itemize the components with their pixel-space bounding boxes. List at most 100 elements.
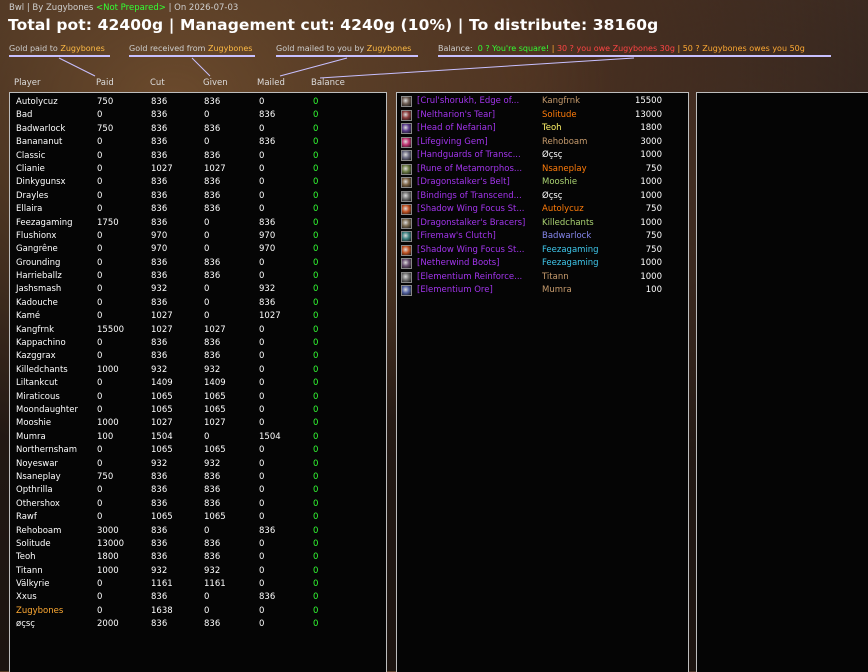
player-mailed: 0	[259, 404, 265, 415]
loot-item-link[interactable]: [Crul'shorukh, Edge of...	[417, 96, 539, 106]
player-cut: 836	[151, 619, 168, 630]
player-mailed: 0	[259, 163, 265, 174]
player-paid: 0	[97, 284, 103, 295]
raid-date: | On 2026-07-03	[168, 3, 239, 13]
player-balance: 0	[313, 324, 319, 335]
legend-received-label: Gold received from	[129, 44, 206, 53]
loot-winner: Killedchants	[542, 217, 594, 228]
loot-price: 1000	[640, 217, 662, 228]
loot-price: 15500	[634, 96, 662, 106]
player-paid: 2000	[97, 619, 119, 630]
player-given: 0	[204, 244, 210, 255]
player-cut: 1504	[151, 431, 173, 442]
loot-winner: Feezagaming	[542, 244, 599, 255]
loot-item-link[interactable]: [Firemaw's Clutch]	[417, 231, 539, 241]
col-cut: Cut	[150, 78, 165, 88]
player-balance: 0	[313, 364, 319, 375]
player-balance: 0	[313, 471, 319, 482]
player-mailed: 0	[259, 324, 265, 335]
player-given: 1409	[204, 378, 226, 389]
player-paid: 0	[97, 230, 103, 241]
player-balance: 0	[313, 378, 319, 389]
player-balance: 0	[313, 123, 319, 134]
legend-balance-label: Balance:	[438, 44, 473, 53]
player-paid: 0	[97, 204, 103, 215]
player-balance: 0	[313, 150, 319, 161]
loot-item-link[interactable]: [Head of Nefarian]	[417, 123, 539, 133]
loot-list-panel[interactable]: [Crul'shorukh, Edge of... Kangfrnk 15500 [N…	[396, 92, 689, 672]
legend-sep: |	[551, 44, 555, 53]
player-balance: 0	[313, 204, 319, 215]
player-paid: 3000	[97, 525, 119, 536]
player-paid: 13000	[97, 538, 125, 549]
player-balance: 0	[313, 538, 319, 549]
player-cut: 836	[151, 538, 168, 549]
player-cut: 1065	[151, 391, 173, 402]
player-balance: 0	[313, 230, 319, 241]
player-given: 1065	[204, 404, 226, 415]
player-name: Kazggrax	[16, 351, 56, 362]
legend-sep: |	[677, 44, 681, 53]
loot-winner: Øçsç	[542, 150, 563, 160]
player-balance: 0	[313, 351, 319, 362]
player-mailed: 0	[259, 177, 265, 188]
legend-mailed: Gold mailed to you by Zugybones	[276, 44, 418, 57]
player-mailed: 0	[259, 512, 265, 523]
player-cut: 932	[151, 364, 168, 375]
player-mailed: 0	[259, 485, 265, 496]
player-cut: 836	[151, 204, 168, 215]
player-name: Autolycuz	[16, 97, 58, 107]
player-mailed: 0	[259, 351, 265, 362]
player-given: 0	[204, 605, 210, 616]
ore-icon	[401, 285, 412, 296]
player-name: Ellaira	[16, 204, 43, 215]
player-cut: 836	[151, 471, 168, 482]
loot-item-link[interactable]: [Bindings of Transcend...	[417, 191, 539, 201]
legend-square: 0 ? You're square!	[477, 44, 550, 53]
player-paid: 0	[97, 338, 103, 349]
loot-item-link[interactable]: [Handguards of Transc...	[417, 150, 539, 160]
player-paid: 0	[97, 579, 103, 590]
loot-item-link[interactable]: [Dragonstalker's Belt]	[417, 177, 539, 187]
player-name: Drayles	[16, 190, 49, 201]
player-balance: 0	[313, 565, 319, 576]
player-paid: 0	[97, 137, 103, 148]
loot-item-link[interactable]: [Netherwind Boots]	[417, 258, 539, 268]
player-mailed: 0	[259, 619, 265, 630]
player-paid: 0	[97, 297, 103, 308]
rune-icon	[401, 163, 412, 175]
loot-item-link[interactable]: [Elementium Ore]	[417, 285, 539, 295]
player-given: 1065	[204, 391, 226, 402]
player-name: Liltankcut	[16, 378, 58, 389]
player-balance: 0	[313, 217, 319, 228]
player-name: Flushionx	[16, 230, 57, 241]
loot-price: 750	[645, 204, 662, 214]
player-balance: 0	[313, 137, 319, 148]
loot-item-link[interactable]: [Rune of Metamorphos...	[417, 164, 539, 174]
loot-winner: Autolycuz	[542, 204, 584, 214]
player-mailed: 0	[259, 364, 265, 375]
player-cut: 1065	[151, 404, 173, 415]
bar-icon	[401, 271, 412, 283]
loot-item-link[interactable]: [Elementium Reinforce...	[417, 272, 539, 282]
player-name: Northernsham	[16, 445, 78, 456]
player-ledger-panel[interactable]: Autolycuz 750 836 836 0 0 Bad 0 836 0 836 0 Badwarlo…	[9, 92, 387, 672]
loot-price: 1000	[640, 258, 662, 268]
player-mailed: 0	[259, 458, 265, 469]
player-name: Mooshie	[16, 418, 52, 429]
player-given: 0	[204, 110, 210, 121]
loot-item-link[interactable]: [Shadow Wing Focus St...	[417, 245, 539, 255]
player-paid: 0	[97, 404, 103, 415]
player-mailed: 0	[259, 190, 265, 201]
loot-item-link[interactable]: [Lifegiving Gem]	[417, 137, 539, 147]
player-name: Banananut	[16, 137, 63, 148]
player-cut: 1065	[151, 512, 173, 523]
player-given: 1027	[204, 324, 226, 335]
player-paid: 0	[97, 244, 103, 255]
player-mailed: 0	[259, 579, 265, 590]
loot-item-link[interactable]: [Neltharion's Tear]	[417, 110, 539, 120]
staff-icon	[401, 244, 412, 256]
player-paid: 100	[97, 431, 114, 442]
loot-item-link[interactable]: [Shadow Wing Focus St...	[417, 204, 539, 214]
loot-item-link[interactable]: [Dragonstalker's Bracers]	[417, 218, 539, 228]
